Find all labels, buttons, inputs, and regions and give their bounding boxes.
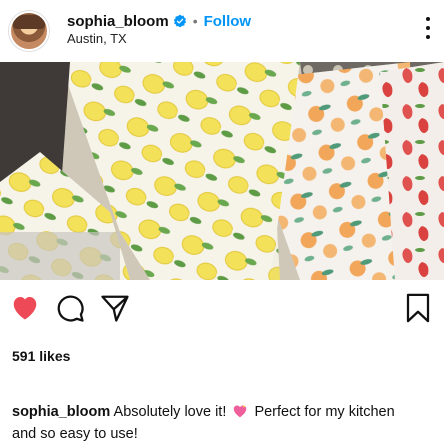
post-header: sophia_bloom • Follow Austin, TX (0, 0, 444, 62)
send-icon[interactable] (100, 293, 130, 323)
caption-text-continued: Perfect for my kitchen (254, 404, 395, 420)
name-row: sophia_bloom • Follow (67, 11, 251, 31)
comment-icon[interactable] (55, 293, 85, 323)
post-image[interactable] (0, 62, 444, 280)
likes-count[interactable]: 591 likes (12, 348, 70, 364)
follow-button[interactable]: Follow (204, 13, 252, 30)
sparkling-heart-emoji-icon (234, 404, 247, 418)
bookmark-icon[interactable] (405, 293, 431, 323)
action-bar (0, 280, 444, 342)
more-options-icon[interactable] (426, 17, 432, 39)
heart-filled-icon[interactable] (10, 293, 40, 321)
verified-badge-icon (173, 14, 186, 28)
instagram-post: sophia_bloom • Follow Austin, TX 591 lik… (0, 0, 444, 445)
avatar[interactable] (9, 11, 49, 51)
caption-line-1: sophia_bloom Absolutely love it! Perfect… (12, 401, 395, 423)
location-link[interactable]: Austin, TX (67, 31, 127, 46)
separator-dot: • (192, 13, 198, 29)
username-link[interactable]: sophia_bloom (67, 13, 169, 30)
beeswax-wraps-photo (0, 62, 444, 280)
caption-text-start: Absolutely love it! (113, 404, 227, 420)
caption-line-2: and so easy to use! (12, 426, 138, 442)
caption-username[interactable]: sophia_bloom (12, 404, 110, 420)
